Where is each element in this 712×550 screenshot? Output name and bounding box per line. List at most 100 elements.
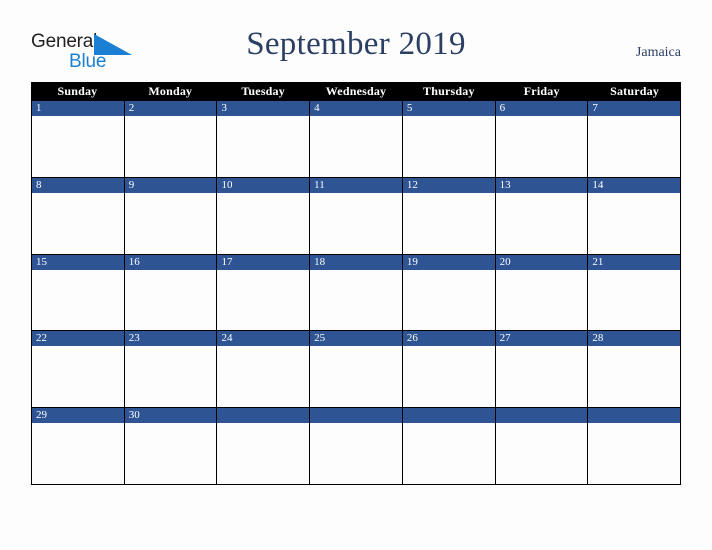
day-body[interactable]	[32, 346, 124, 408]
day-body[interactable]	[124, 346, 217, 408]
calendar-grid: Sunday Monday Tuesday Wednesday Thursday…	[31, 82, 682, 485]
day-cell[interactable]: 10	[217, 177, 311, 254]
weekday-header-thursday: Thursday	[423, 84, 475, 98]
day-number: 21	[588, 254, 681, 270]
day-body[interactable]	[217, 423, 310, 484]
day-number: 29	[32, 408, 124, 424]
day-body[interactable]	[402, 346, 495, 408]
day-cell[interactable]: 1	[32, 101, 125, 177]
page-header: General Blue September 2019 Jamaica	[0, 0, 712, 82]
day-body[interactable]	[495, 116, 588, 177]
day-cell[interactable]: 11	[310, 177, 403, 254]
day-cell[interactable]: 8	[32, 177, 125, 254]
day-body[interactable]	[402, 192, 495, 254]
day-body[interactable]	[588, 192, 681, 254]
day-number: 17	[217, 254, 310, 270]
day-cell[interactable]: 4	[310, 101, 403, 177]
day-body[interactable]	[310, 269, 402, 331]
day-body[interactable]	[124, 423, 217, 484]
day-number: 11	[310, 177, 402, 193]
day-cell[interactable]: 27	[495, 331, 589, 408]
day-cell[interactable]	[495, 408, 589, 484]
day-cell[interactable]	[588, 408, 682, 484]
day-number: 9	[124, 177, 217, 193]
day-number: 20	[495, 254, 588, 270]
day-body[interactable]	[217, 346, 310, 408]
day-cell[interactable]: 23	[124, 331, 218, 408]
day-cell[interactable]: 20	[495, 254, 589, 331]
day-cell[interactable]: 25	[310, 331, 403, 408]
calendar-page: General Blue September 2019 Jamaica Sund…	[0, 0, 712, 550]
weekday-header-saturday: Saturday	[610, 84, 660, 98]
day-body[interactable]	[310, 116, 402, 177]
day-number	[217, 408, 310, 424]
day-number: 12	[402, 177, 495, 193]
day-body[interactable]	[124, 192, 217, 254]
day-body[interactable]	[217, 116, 310, 177]
day-number: 15	[32, 254, 124, 270]
day-body[interactable]	[32, 192, 124, 254]
day-body[interactable]	[402, 116, 495, 177]
day-cell[interactable]	[217, 408, 311, 484]
day-cell[interactable]: 21	[588, 254, 682, 331]
day-cell[interactable]: 13	[495, 177, 589, 254]
day-body[interactable]	[310, 346, 402, 408]
day-body[interactable]	[32, 423, 124, 484]
page-title: September 2019	[246, 26, 466, 62]
day-cell[interactable]: 9	[124, 177, 218, 254]
day-body[interactable]	[310, 423, 402, 484]
day-body[interactable]	[124, 269, 217, 331]
day-number: 23	[124, 331, 217, 347]
day-body[interactable]	[588, 269, 681, 331]
day-number: 30	[124, 408, 217, 424]
day-cell[interactable]: 17	[217, 254, 311, 331]
day-body[interactable]	[402, 269, 495, 331]
day-cell[interactable]: 24	[217, 331, 311, 408]
day-cell[interactable]: 28	[588, 331, 682, 408]
day-number: 4	[310, 101, 402, 116]
day-body[interactable]	[495, 269, 588, 331]
day-cell[interactable]: 29	[32, 408, 125, 484]
day-number: 27	[495, 331, 588, 347]
day-cell[interactable]: 14	[588, 177, 682, 254]
day-cell[interactable]: 3	[217, 101, 311, 177]
day-number	[588, 408, 681, 424]
day-cell[interactable]: 19	[402, 254, 496, 331]
day-body[interactable]	[32, 116, 124, 177]
weekday-header-monday: Monday	[148, 84, 193, 98]
day-cell[interactable]: 5	[402, 101, 496, 177]
day-body[interactable]	[588, 346, 681, 408]
day-body[interactable]	[495, 346, 588, 408]
day-number: 24	[217, 331, 310, 347]
day-body[interactable]	[217, 269, 310, 331]
day-cell[interactable]: 2	[124, 101, 218, 177]
day-number: 8	[32, 177, 124, 193]
day-number: 28	[588, 331, 681, 347]
day-cell[interactable]: 26	[402, 331, 496, 408]
day-cell[interactable]: 22	[32, 331, 125, 408]
day-cell[interactable]	[310, 408, 403, 484]
day-cell[interactable]: 30	[124, 408, 218, 484]
day-cell[interactable]: 12	[402, 177, 496, 254]
day-body[interactable]	[588, 116, 681, 177]
day-number: 6	[495, 101, 588, 116]
day-number: 16	[124, 254, 217, 270]
day-body[interactable]	[402, 423, 495, 484]
day-cell[interactable]: 15	[32, 254, 125, 331]
day-body[interactable]	[495, 192, 588, 254]
day-number: 18	[310, 254, 402, 270]
day-body[interactable]	[588, 423, 681, 484]
day-number: 25	[310, 331, 402, 347]
day-body[interactable]	[217, 192, 310, 254]
day-cell[interactable]: 16	[124, 254, 218, 331]
weekday-header-tuesday: Tuesday	[241, 84, 285, 98]
day-cell[interactable]: 18	[310, 254, 403, 331]
day-body[interactable]	[310, 192, 402, 254]
day-body[interactable]	[32, 269, 124, 331]
day-body[interactable]	[495, 423, 588, 484]
day-cell[interactable]: 6	[495, 101, 589, 177]
day-cell[interactable]: 7	[588, 101, 682, 177]
day-body[interactable]	[124, 116, 217, 177]
day-number: 26	[402, 331, 495, 347]
day-cell[interactable]	[402, 408, 496, 484]
